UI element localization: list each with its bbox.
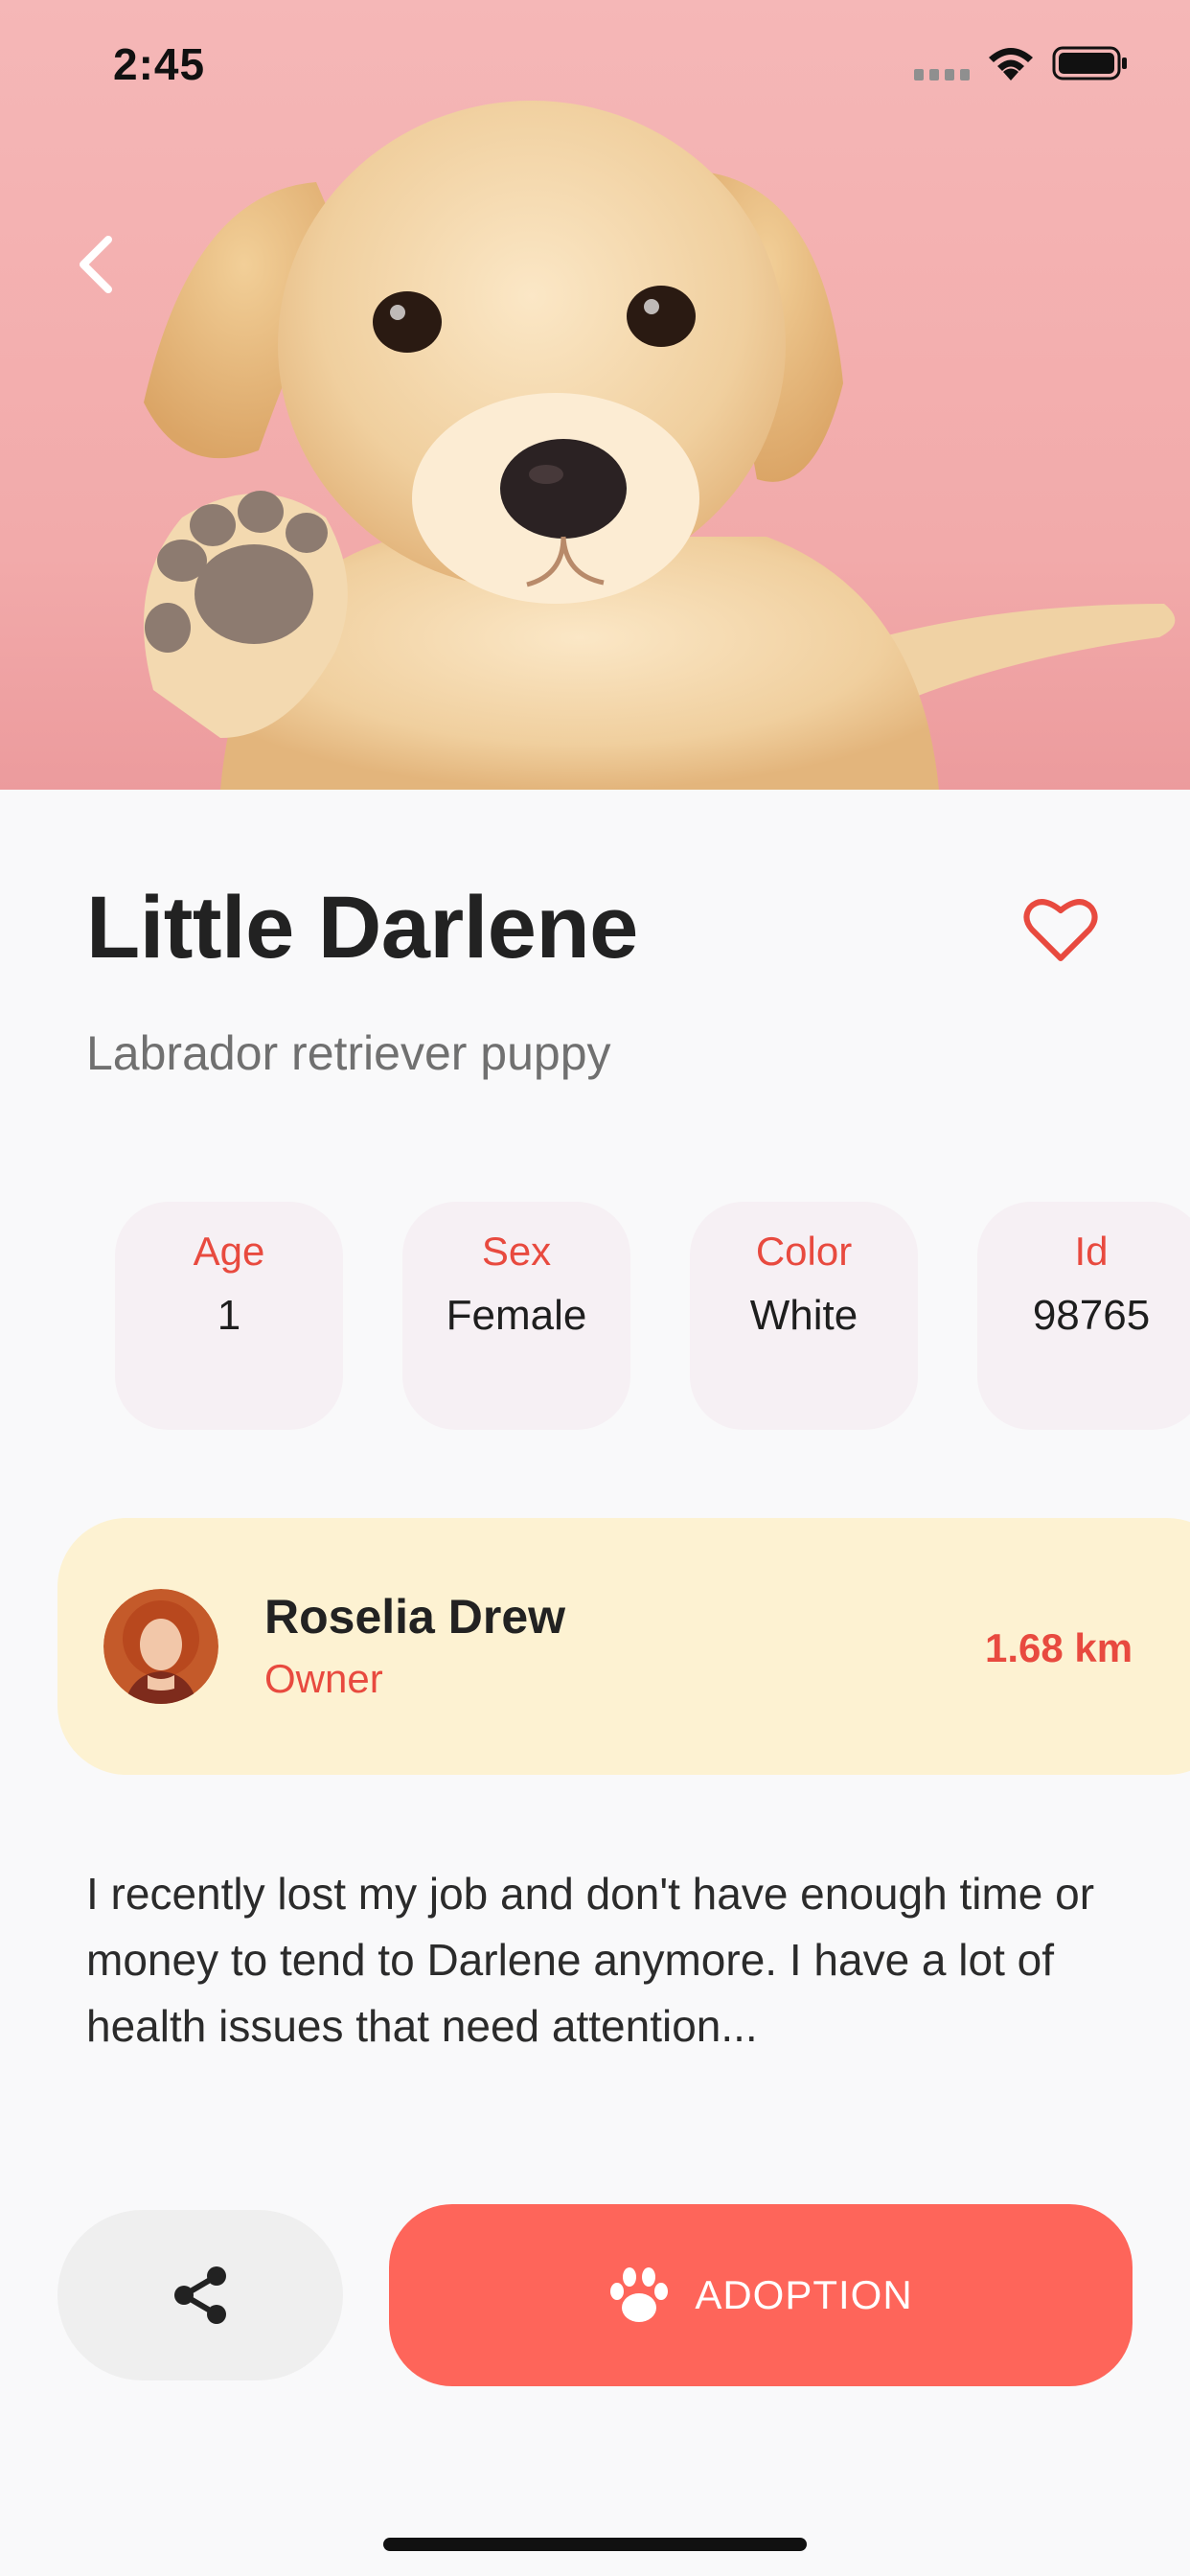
adoption-button-label: ADOPTION: [695, 2272, 913, 2317]
owner-distance: 1.68 km: [985, 1625, 1133, 1670]
attribute-value: 98765: [1032, 1292, 1151, 1339]
share-button[interactable]: [57, 2210, 343, 2380]
puppy-photo: [144, 101, 1176, 790]
attribute-label: Sex: [481, 1229, 552, 1274]
pet-description: I recently lost my job and don't have en…: [86, 1869, 1095, 2051]
attribute-card-color: Color White: [690, 1202, 918, 1430]
attribute-value: Female: [446, 1292, 587, 1339]
status-time: 2:45: [113, 39, 206, 89]
pet-name: Little Darlene: [86, 879, 638, 977]
attribute-label: Id: [1074, 1229, 1109, 1274]
owner-role: Owner: [264, 1656, 383, 1701]
attribute-value: White: [749, 1292, 858, 1339]
owner-name: Roselia Drew: [264, 1590, 566, 1644]
adoption-button[interactable]: ADOPTION: [389, 2204, 1133, 2386]
battery-icon: [1052, 46, 1127, 80]
pet-breed: Labrador retriever puppy: [86, 1026, 611, 1080]
back-button[interactable]: [61, 226, 128, 303]
owner-avatar: [103, 1589, 218, 1704]
heart-outline-icon: [1023, 899, 1098, 961]
attribute-label: Age: [193, 1229, 265, 1274]
attribute-card-sex: Sex Female: [402, 1202, 630, 1430]
attribute-card-id: Id 98765: [977, 1202, 1190, 1430]
chevron-left-icon: [80, 236, 112, 293]
paw-icon: [610, 2267, 669, 2322]
owner-card[interactable]: Roselia Drew Owner 1.68 km: [57, 1518, 1190, 1775]
cellular-signal-icon: [914, 69, 970, 80]
attribute-value: 1: [217, 1292, 241, 1339]
favorite-button[interactable]: [1018, 891, 1104, 968]
share-icon: [174, 2266, 226, 2324]
wifi-icon: [989, 48, 1033, 80]
home-indicator[interactable]: [383, 2538, 807, 2551]
attribute-label: Color: [755, 1229, 853, 1274]
hero-image-area: 2:45: [0, 0, 1190, 790]
attribute-card-age: Age 1: [115, 1202, 343, 1430]
